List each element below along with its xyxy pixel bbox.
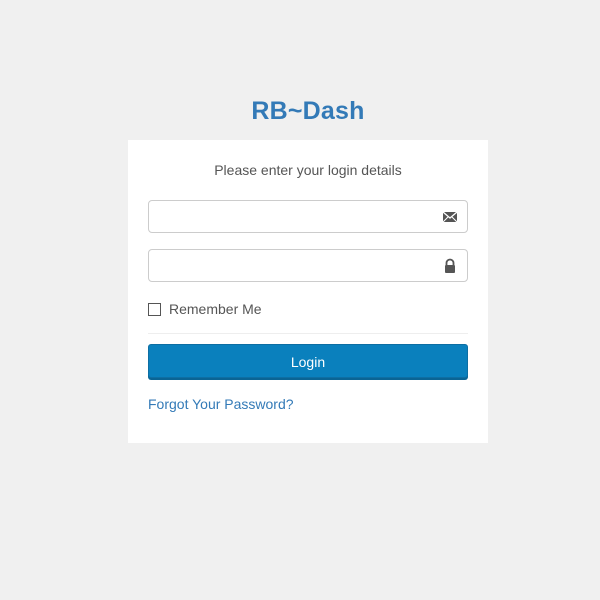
- remember-me-row[interactable]: Remember Me: [148, 301, 262, 317]
- email-input[interactable]: [149, 201, 467, 232]
- lock-icon: [442, 258, 458, 274]
- login-instructions: Please enter your login details: [214, 162, 402, 178]
- envelope-icon: [442, 209, 458, 225]
- login-page: RB~Dash Please enter your login details: [0, 0, 600, 600]
- app-title: RB~Dash: [251, 97, 365, 125]
- remember-me-label: Remember Me: [169, 301, 262, 317]
- login-card: Please enter your login details Remember…: [128, 140, 488, 443]
- password-input[interactable]: [149, 250, 467, 281]
- divider: [148, 333, 468, 334]
- login-button[interactable]: Login: [148, 344, 468, 378]
- remember-me-checkbox[interactable]: [148, 302, 161, 316]
- password-field-wrapper: [148, 249, 468, 282]
- email-field-wrapper: [148, 200, 468, 233]
- forgot-password-link[interactable]: Forgot Your Password?: [148, 396, 294, 412]
